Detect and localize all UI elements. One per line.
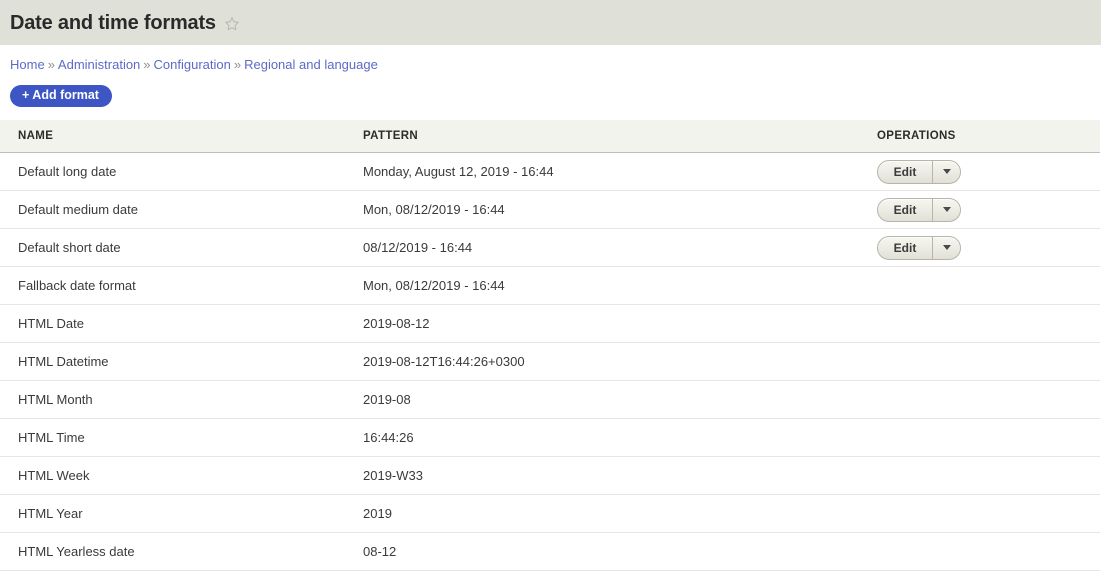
date-formats-table: NAME PATTERN OPERATIONS Default long dat… — [0, 120, 1100, 571]
cell-operations — [877, 532, 1100, 571]
cell-operations — [877, 342, 1100, 381]
cell-format-name: HTML Time — [0, 418, 363, 457]
cell-format-pattern: 2019-W33 — [363, 456, 877, 495]
cell-format-pattern: Mon, 08/12/2019 - 16:44 — [363, 190, 877, 229]
table-row: Default medium date Mon, 08/12/2019 - 16:… — [0, 190, 1100, 229]
cell-format-name: HTML Week — [0, 456, 363, 495]
breadcrumb-separator: » — [47, 57, 55, 72]
add-format-button[interactable]: + Add format — [10, 85, 112, 107]
cell-format-pattern: 16:44:26 — [363, 418, 877, 457]
cell-operations — [877, 380, 1100, 419]
breadcrumb-item-configuration[interactable]: Configuration — [154, 57, 231, 72]
table-row: HTML Month 2019-08 — [0, 380, 1100, 419]
cell-format-pattern: 08-12 — [363, 532, 877, 571]
cell-operations — [877, 494, 1100, 533]
edit-button[interactable]: Edit — [878, 161, 932, 183]
cell-format-name: Default short date — [0, 228, 363, 267]
table-row: HTML Time 16:44:26 — [0, 418, 1100, 457]
table-row: HTML Week 2019-W33 — [0, 456, 1100, 495]
column-header-pattern: PATTERN — [363, 120, 877, 153]
cell-format-name: HTML Date — [0, 304, 363, 343]
cell-format-name: HTML Year — [0, 494, 363, 533]
breadcrumb-item-administration[interactable]: Administration — [58, 57, 140, 72]
table-row: HTML Yearless date 08-12 — [0, 532, 1100, 571]
cell-format-name: HTML Yearless date — [0, 532, 363, 571]
cell-operations — [877, 418, 1100, 457]
table-row: Default long date Monday, August 12, 2019… — [0, 152, 1100, 191]
chevron-down-icon[interactable] — [932, 160, 960, 183]
operations-dropbutton[interactable]: Edit — [877, 235, 961, 260]
operations-dropbutton[interactable]: Edit — [877, 159, 961, 184]
edit-button[interactable]: Edit — [878, 237, 932, 259]
star-outline-icon[interactable] — [224, 16, 240, 32]
operations-dropbutton[interactable]: Edit — [877, 197, 961, 222]
cell-operations: Edit — [877, 228, 1100, 267]
cell-format-pattern: 2019-08-12T16:44:26+0300 — [363, 342, 877, 381]
table-body: Default long date Monday, August 12, 2019… — [0, 152, 1100, 571]
page-title: Date and time formats — [10, 11, 216, 34]
formats-table-container: NAME PATTERN OPERATIONS Default long dat… — [0, 120, 1101, 571]
column-header-name: NAME — [0, 120, 363, 153]
action-links: + Add format — [0, 73, 1101, 107]
chevron-down-icon[interactable] — [932, 198, 960, 221]
cell-format-name: Default medium date — [0, 190, 363, 229]
chevron-down-icon[interactable] — [932, 236, 960, 259]
column-header-operations: OPERATIONS — [877, 120, 1100, 153]
table-row: Default short date 08/12/2019 - 16:44 Edit — [0, 228, 1100, 267]
cell-format-pattern: 08/12/2019 - 16:44 — [363, 228, 877, 267]
edit-button[interactable]: Edit — [878, 199, 932, 221]
table-row: HTML Year 2019 — [0, 494, 1100, 533]
cell-format-name: Default long date — [0, 152, 363, 191]
cell-operations: Edit — [877, 152, 1100, 191]
cell-format-pattern: 2019-08 — [363, 380, 877, 419]
cell-format-pattern: 2019-08-12 — [363, 304, 877, 343]
cell-format-pattern: Monday, August 12, 2019 - 16:44 — [363, 152, 877, 191]
cell-format-name: HTML Month — [0, 380, 363, 419]
cell-format-pattern: Mon, 08/12/2019 - 16:44 — [363, 266, 877, 305]
table-header-row: NAME PATTERN OPERATIONS — [0, 120, 1100, 153]
cell-operations — [877, 304, 1100, 343]
cell-format-name: Fallback date format — [0, 266, 363, 305]
page-header: Date and time formats — [0, 0, 1101, 45]
table-row: HTML Date 2019-08-12 — [0, 304, 1100, 343]
breadcrumb-separator: » — [143, 57, 151, 72]
breadcrumb-item-regional-and-language[interactable]: Regional and language — [244, 57, 378, 72]
breadcrumb: Home» Administration» Configuration» Region… — [0, 45, 1101, 73]
table-head: NAME PATTERN OPERATIONS — [0, 120, 1100, 153]
cell-operations: Edit — [877, 190, 1100, 229]
cell-operations — [877, 456, 1100, 495]
breadcrumb-separator: » — [233, 57, 242, 72]
cell-format-name: HTML Datetime — [0, 342, 363, 381]
cell-format-pattern: 2019 — [363, 494, 877, 533]
breadcrumb-item-home[interactable]: Home — [10, 57, 45, 72]
cell-operations — [877, 266, 1100, 305]
table-row: HTML Datetime 2019-08-12T16:44:26+0300 — [0, 342, 1100, 381]
table-row: Fallback date format Mon, 08/12/2019 - 16… — [0, 266, 1100, 305]
